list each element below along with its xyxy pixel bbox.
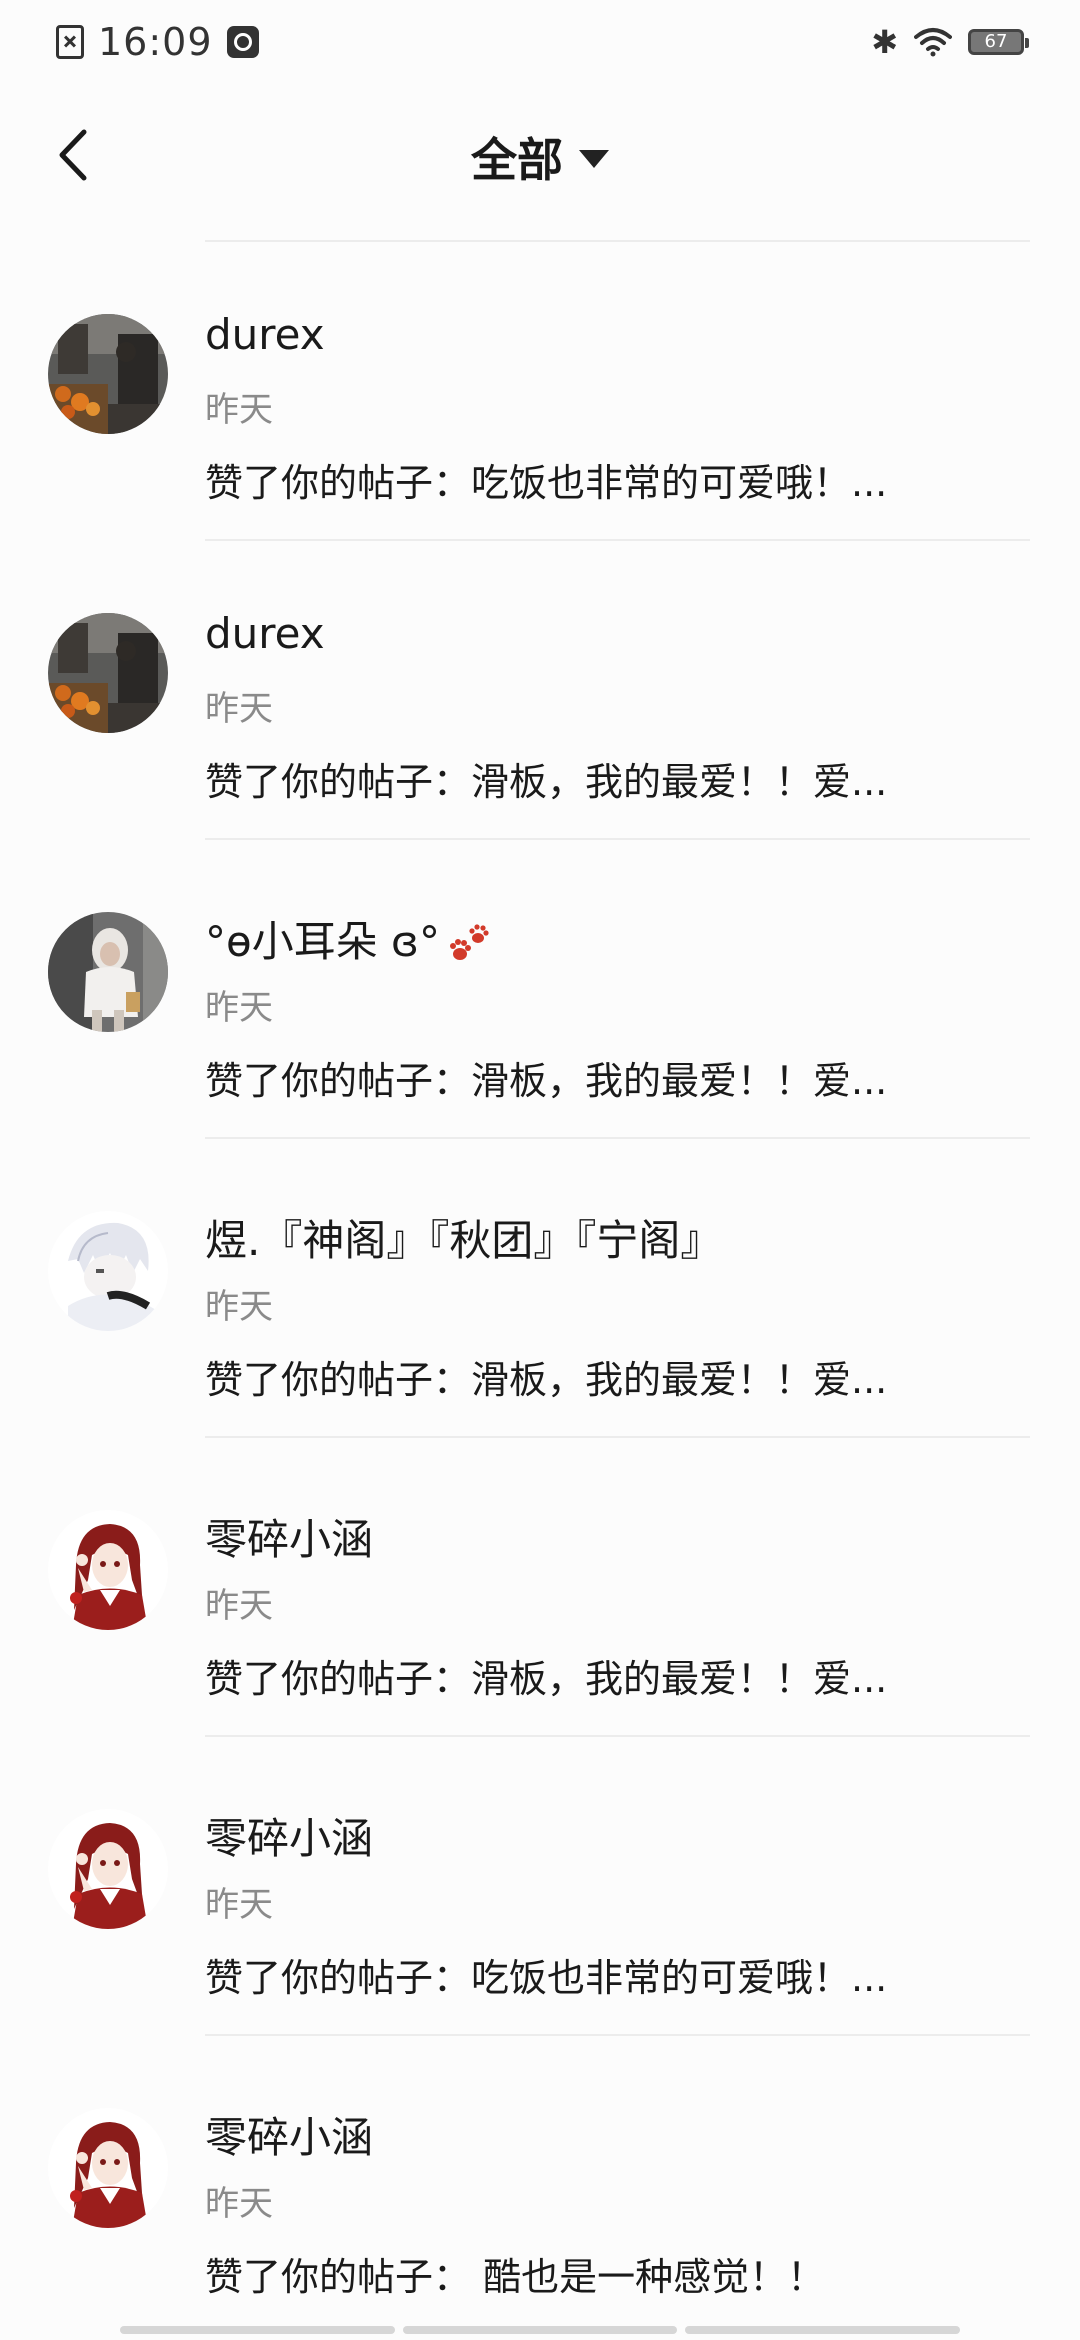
status-time: 16:09 [98,20,213,64]
timestamp: 昨天 [205,2184,273,2224]
avatar-image [48,613,168,733]
avatar-image [48,1211,168,1331]
user-name[interactable]: durex [205,609,325,658]
caret-down-icon [579,150,609,168]
app-notification-icon [226,26,259,58]
avatar-image [48,1809,168,1929]
paw-prints-icon [449,923,489,960]
scroll-segment [402,2326,678,2334]
user-name[interactable]: 零碎小涵 [205,1805,373,1866]
timestamp: 昨天 [205,689,273,729]
title-wrap: 全部 [0,124,1080,188]
bottom-scroll-indicator [120,2326,961,2334]
notification-text[interactable]: 赞了你的帖子： 酷也是一种感觉！！ [205,2246,825,2301]
battery-icon: 67 [968,29,1029,55]
timestamp: 昨天 [205,988,273,1028]
avatar[interactable] [48,2108,168,2228]
notification-list: durex 昨天 赞了你的帖子：吃饭也非常的可爱哦！... durex 昨天 赞… [0,242,1080,2335]
avatar-image [48,2108,168,2228]
avatar[interactable] [48,912,168,1032]
status-bar: 16:09 ✱ 67 [0,0,1080,84]
notification-text[interactable]: 赞了你的帖子：滑板，我的最爱！！爱... [205,1648,887,1703]
user-name[interactable]: 煜.『神阁』『秋团』『宁阁』 [205,1207,722,1268]
avatar-image [48,912,168,1032]
avatar[interactable] [48,1809,168,1929]
filter-dropdown[interactable]: 全部 [471,124,609,190]
notification-text[interactable]: 赞了你的帖子：吃饭也非常的可爱哦！... [205,452,887,507]
avatar[interactable] [48,314,168,434]
scroll-segment [685,2326,961,2334]
user-name[interactable]: durex [205,310,325,359]
avatar[interactable] [48,613,168,733]
notification-text[interactable]: 赞了你的帖子：滑板，我的最爱！！爱... [205,1349,887,1404]
status-bar-right: ✱ 67 [871,22,1029,62]
list-item[interactable]: 零碎小涵 昨天 赞了你的帖子：吃饭也非常的可爱哦！... [0,1737,1080,2036]
timestamp: 昨天 [205,1586,273,1626]
user-name-row[interactable]: °ɵ小耳朵 ɞ° [205,908,492,969]
list-item[interactable]: 零碎小涵 昨天 赞了你的帖子： 酷也是一种感觉！！ [0,2036,1080,2335]
bluetooth-icon: ✱ [871,23,898,61]
list-item[interactable]: durex 昨天 赞了你的帖子：吃饭也非常的可爱哦！... [0,242,1080,541]
timestamp: 昨天 [205,390,273,430]
avatar-image [48,1510,168,1630]
avatar[interactable] [48,1510,168,1630]
list-item[interactable]: °ɵ小耳朵 ɞ° 昨天 赞了你的帖子：滑板，我的最爱！！爱... [0,840,1080,1139]
page-title: 全部 [471,133,563,187]
notification-text[interactable]: 赞了你的帖子：滑板，我的最爱！！爱... [205,1050,887,1105]
user-name[interactable]: 零碎小涵 [205,2104,373,2165]
list-item[interactable]: durex 昨天 赞了你的帖子：滑板，我的最爱！！爱... [0,541,1080,840]
document-error-icon [56,25,84,59]
list-item[interactable]: 零碎小涵 昨天 赞了你的帖子：滑板，我的最爱！！爱... [0,1438,1080,1737]
user-name[interactable]: 零碎小涵 [205,1506,373,1567]
scroll-segment [120,2326,395,2334]
list-item[interactable]: 煜.『神阁』『秋团』『宁阁』 昨天 赞了你的帖子：滑板，我的最爱！！爱... [0,1139,1080,1438]
timestamp: 昨天 [205,1885,273,1925]
user-name: °ɵ小耳朵 ɞ° [205,917,440,966]
wifi-icon [914,28,952,57]
notification-text[interactable]: 赞了你的帖子：滑板，我的最爱！！爱... [205,751,887,806]
notification-text[interactable]: 赞了你的帖子：吃饭也非常的可爱哦！... [205,1947,887,2002]
timestamp: 昨天 [205,1287,273,1327]
avatar[interactable] [48,1211,168,1331]
header: 全部 [0,100,1080,210]
status-bar-left: 16:09 [56,18,259,66]
avatar-image [48,314,168,434]
